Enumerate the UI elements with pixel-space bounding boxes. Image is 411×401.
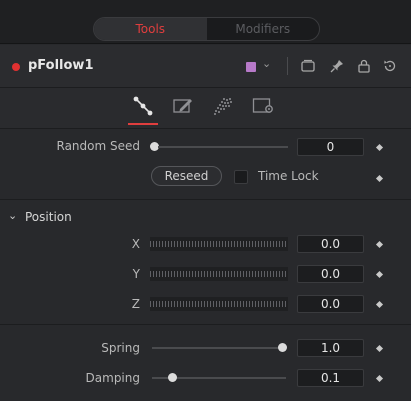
damping-keyframe-icon[interactable] [375, 374, 384, 383]
particles-tab-icon[interactable] [212, 95, 234, 117]
inspector-tab-bar: Tools Modifiers [0, 0, 411, 44]
position-z-thumbwheel[interactable] [150, 297, 288, 311]
position-section-title[interactable]: Position [25, 210, 72, 224]
reset-icon[interactable] [382, 58, 398, 74]
random-seed-label: Random Seed [56, 139, 141, 153]
position-y-label: Y [132, 267, 140, 281]
pin-icon[interactable] [329, 58, 345, 74]
inspector-icon-tabs [0, 88, 411, 129]
section-divider [0, 324, 411, 325]
position-y-input[interactable]: 0.0 [297, 265, 364, 283]
time-lock-checkbox[interactable] [234, 170, 248, 184]
header-divider [287, 57, 288, 75]
tab-tools[interactable]: Tools [94, 18, 207, 40]
section-divider [0, 199, 411, 200]
position-x-input[interactable]: 0.0 [297, 235, 364, 253]
random-seed-input[interactable]: 0 [297, 138, 364, 156]
spring-keyframe-icon[interactable] [375, 344, 384, 353]
damping-input[interactable]: 0.1 [297, 369, 364, 387]
lock-icon[interactable] [356, 58, 372, 74]
random-seed-keyframe-icon[interactable] [375, 143, 384, 152]
position-z-label: Z [131, 297, 140, 311]
tool-active-indicator[interactable] [12, 63, 20, 71]
position-x-thumbwheel[interactable] [150, 237, 288, 251]
spring-slider-knob[interactable] [278, 343, 287, 352]
tool-header: pFollow1 ⌄ [0, 45, 411, 88]
position-z-keyframe-icon[interactable] [375, 300, 384, 309]
spring-input[interactable]: 1.0 [297, 339, 364, 357]
settings-tab-icon[interactable] [252, 95, 274, 117]
tabs-segmented-control: Tools Modifiers [93, 17, 320, 41]
spring-label: Spring [101, 341, 140, 355]
damping-label: Damping [85, 371, 140, 385]
inspector-panel: Tools Modifiers pFollow1 ⌄ Random Seed 0… [0, 0, 411, 401]
tool-name[interactable]: pFollow1 [28, 58, 94, 73]
position-x-label: X [131, 237, 140, 251]
controls-tab-icon[interactable] [132, 95, 154, 117]
chevron-down-icon[interactable]: ⌄ [262, 57, 271, 70]
time-lock-label: Time Lock [258, 169, 319, 183]
tab-modifiers[interactable]: Modifiers [207, 18, 320, 40]
time-lock-keyframe-icon[interactable] [375, 174, 384, 183]
window-icon[interactable] [300, 58, 316, 74]
active-tab-underline [128, 123, 158, 125]
position-y-thumbwheel[interactable] [150, 267, 288, 281]
tool-color-swatch[interactable] [246, 62, 256, 72]
reseed-button[interactable]: Reseed [151, 166, 222, 186]
position-x-keyframe-icon[interactable] [375, 240, 384, 249]
position-z-input[interactable]: 0.0 [297, 295, 364, 313]
spring-slider-track[interactable] [152, 347, 286, 349]
random-seed-slider-track[interactable] [158, 146, 288, 148]
chevron-down-icon[interactable]: ⌄ [8, 209, 17, 222]
damping-slider-knob[interactable] [168, 373, 178, 382]
position-y-keyframe-icon[interactable] [375, 270, 384, 279]
style-tab-icon[interactable] [172, 95, 194, 117]
